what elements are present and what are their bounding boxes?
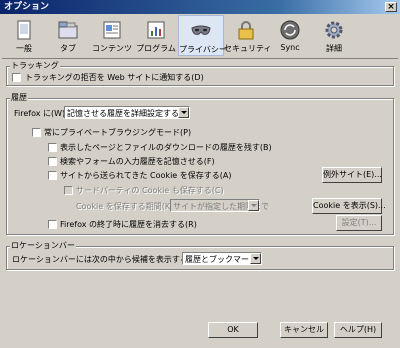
clear-on-close-label: Firefox の終了時に履歴を消去する(R) [60,220,197,229]
lock-icon [238,21,254,40]
chevron-down-icon [178,107,189,118]
tab-privacy[interactable]: プライバシー [178,15,227,56]
accept-cookies-checkbox[interactable] [48,171,57,180]
chevron-down-icon [250,253,261,264]
tab-sync[interactable]: Sync [268,15,312,56]
tab-sync-label: Sync [280,43,300,52]
do-not-track-label: トラッキングの拒否を Web サイトに通知する(D) [25,73,204,82]
remember-search-checkbox[interactable] [48,157,57,166]
history-group-title: 履歴 [10,92,28,103]
show-cookies-button[interactable]: Cookie を表示(S)... [312,198,386,214]
tab-applications[interactable]: プログラム [134,15,178,56]
location-bar-suggest-select[interactable]: 履歴とブックマーク [182,252,262,265]
keep-cookies-until-select[interactable]: サイトが指定した期限まで [170,199,269,212]
third-party-cookies-label: サードパーティの Cookie も保存する(C) [76,186,224,195]
keep-cookies-until-label: Cookie を保存する期間(K): [76,202,176,211]
applications-icon [147,21,165,39]
gear-icon [325,21,343,39]
content-icon [103,21,121,39]
exceptions-button[interactable]: 例外サイト(E)... [322,167,382,183]
tab-tabs[interactable]: タブ [46,15,90,56]
tab-content[interactable]: コンテンツ [90,15,134,56]
title-bar: オプション × [0,0,400,14]
privacy-mask-icon [191,25,211,35]
chevron-down-icon [248,200,259,211]
tracking-group-title: トラッキング [10,60,60,71]
history-mode-value: 記憶させる履歴を詳細設定する [67,109,179,118]
tab-general-label: 一般 [16,44,32,53]
tabs-icon [58,21,78,39]
sync-icon [280,20,300,40]
history-mode-select[interactable]: 記憶させる履歴を詳細設定する [64,106,190,119]
firefox-history-label: Firefox に(W) [14,109,66,118]
do-not-track-checkbox[interactable] [12,73,21,82]
remember-browsing-label: 表示したページとファイルのダウンロードの履歴を残す(B) [60,143,272,152]
tab-advanced-label: 詳細 [326,44,342,53]
remember-search-label: 検索やフォームの入力履歴を記憶させる(F) [60,157,215,166]
tab-advanced[interactable]: 詳細 [312,15,356,56]
private-browsing-label: 常にプライベートブラウジングモード(P) [44,128,192,137]
tab-privacy-label: プライバシー [179,45,227,54]
ok-button[interactable]: OK [208,322,258,338]
window-title: オプション [4,2,50,12]
tab-applications-label: プログラム [136,44,176,53]
location-bar-group-title: ロケーションバー [10,240,76,251]
private-browsing-checkbox[interactable] [32,128,41,137]
general-icon [17,20,31,40]
help-button[interactable]: ヘルプ(H) [334,322,382,338]
tab-security[interactable]: セキュリティ [224,15,272,56]
tab-general[interactable]: 一般 [2,15,46,56]
tab-content-label: コンテンツ [92,44,132,53]
remember-browsing-checkbox[interactable] [48,143,57,152]
accept-cookies-label: サイトから送られてきた Cookie を保存する(A) [60,171,232,180]
location-bar-suggest-label: ロケーションバーには次の中から候補を表示する(L): [12,255,202,264]
tab-security-label: セキュリティ [224,44,272,53]
third-party-cookies-checkbox[interactable] [64,186,73,195]
clear-settings-button[interactable]: 設定(T)... [336,215,382,231]
cancel-button[interactable]: キャンセル [280,322,328,338]
tab-tabs-label: タブ [60,44,76,53]
preferences-toolbar: 一般 タブ コンテンツ プログラム プライバシー セキュリティ Sync 詳細 [2,14,398,59]
close-button[interactable]: × [385,2,397,12]
location-bar-suggest-value: 履歴とブックマーク [185,255,257,264]
clear-on-close-checkbox[interactable] [48,220,57,229]
